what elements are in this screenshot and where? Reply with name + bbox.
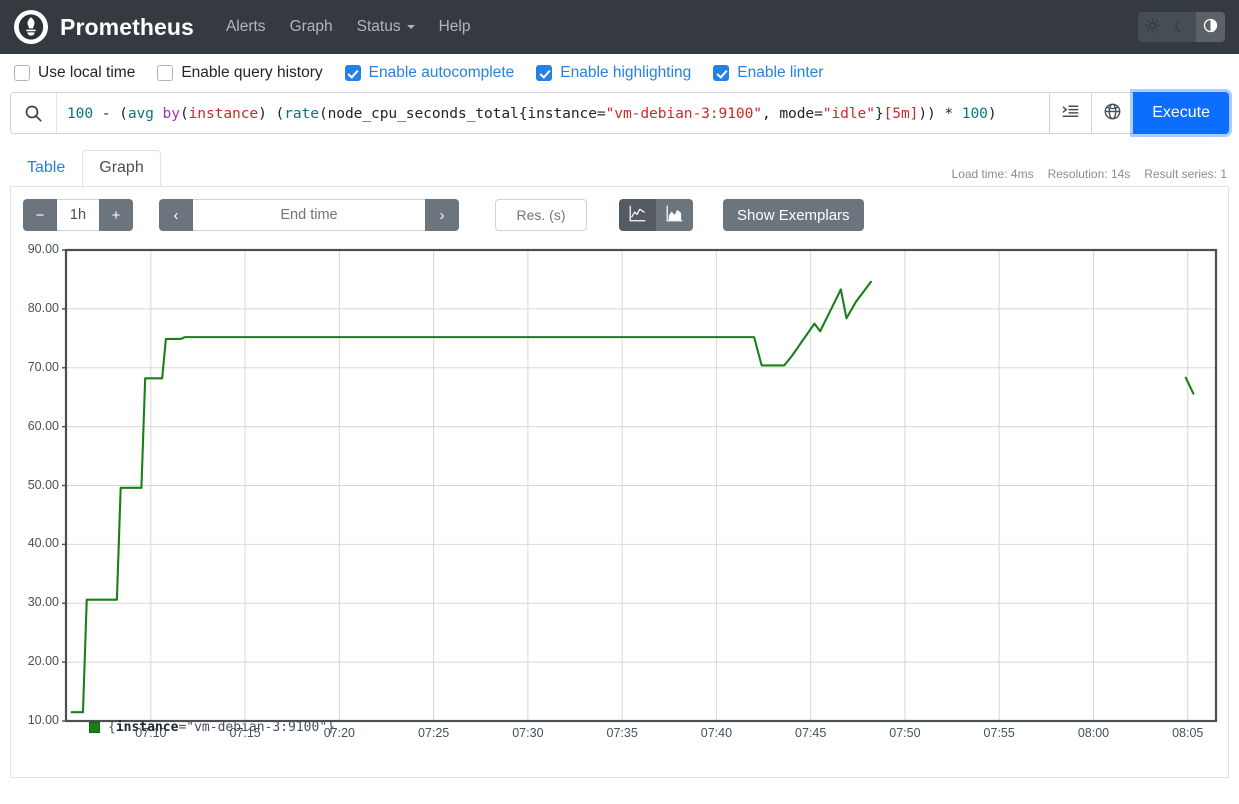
checkbox-enable-query-history[interactable]: Enable query history <box>157 64 323 82</box>
theme-dark-button[interactable] <box>1167 12 1196 42</box>
x-axis-tick-label: 07:30 <box>512 726 544 740</box>
nav-alerts-label: Alerts <box>225 18 266 35</box>
x-axis-tick-label: 07:40 <box>700 726 733 740</box>
tab-graph[interactable]: Graph <box>82 150 161 187</box>
checkbox-enable-autocomplete[interactable]: Enable autocomplete <box>344 64 515 82</box>
nav-alerts[interactable]: Alerts <box>214 12 278 42</box>
query-bar: 100 - (avg by(instance) (rate(node_cpu_s… <box>10 92 1229 134</box>
y-axis-tick-label: 70.00 <box>27 359 59 374</box>
checkbox-label-enable-autocomplete: Enable autocomplete <box>368 64 515 81</box>
sun-icon <box>1145 18 1160 36</box>
globe-button[interactable] <box>1091 92 1134 134</box>
checkbox-enable-linter[interactable]: Enable linter <box>713 64 823 82</box>
query-stats: Load time: 4ms Resolution: 14s Result se… <box>952 167 1227 181</box>
y-axis-tick-label: 60.00 <box>27 418 59 433</box>
y-axis-tick-label: 80.00 <box>27 300 59 315</box>
tab-table[interactable]: Table <box>10 150 82 187</box>
series-line-tail <box>1184 376 1195 395</box>
chevron-down-icon <box>406 25 415 29</box>
nav-graph[interactable]: Graph <box>278 12 345 42</box>
nav-status-label: Status <box>356 18 401 35</box>
time-series-chart[interactable] <box>11 241 1226 741</box>
stat-result-series: Result series: 1 <box>1144 167 1227 181</box>
x-axis-tick-label: 07:20 <box>323 726 355 740</box>
y-axis-tick-label: 40.00 <box>27 536 59 551</box>
settings-checkbox-row: Use local time Enable query history Enab… <box>0 54 1239 90</box>
range-input[interactable] <box>57 199 99 231</box>
contrast-icon <box>1203 18 1218 36</box>
end-time-picker: ‹ › <box>159 199 459 231</box>
nav-help-label: Help <box>438 18 471 35</box>
globe-icon <box>1103 102 1122 124</box>
graph-toolbar: − + ‹ › <box>11 187 1228 241</box>
metrics-explorer-button[interactable] <box>1049 92 1092 134</box>
stacked-chart-button[interactable] <box>656 199 693 231</box>
line-chart-button[interactable] <box>619 199 656 231</box>
metrics-explorer-icon <box>1061 102 1080 124</box>
range-stepper: − + <box>23 199 133 231</box>
stat-load-time: Load time: 4ms <box>951 167 1034 181</box>
query-input-group[interactable]: 100 - (avg by(instance) (rate(node_cpu_s… <box>10 92 1050 134</box>
range-increase-button[interactable]: + <box>99 199 133 231</box>
checkbox-label-enable-linter: Enable linter <box>737 64 824 81</box>
chart-legend[interactable]: {instance="vm-debian-3:9100"} <box>89 720 335 735</box>
legend-color-swatch <box>89 722 100 733</box>
nav-status[interactable]: Status <box>345 12 427 42</box>
nav-graph-label: Graph <box>289 18 333 35</box>
graph-panel: − + ‹ › <box>10 186 1229 778</box>
x-axis-tick-label: 07:45 <box>795 726 827 740</box>
x-axis-tick-label: 07:50 <box>889 726 921 740</box>
resolution-input[interactable] <box>495 199 587 231</box>
y-axis-tick-label: 20.00 <box>27 654 59 669</box>
x-axis-tick-label: 07:25 <box>417 726 450 740</box>
checkbox-label-enable-query-history: Enable query history <box>181 64 323 81</box>
checkbox-box-enable-autocomplete[interactable] <box>344 65 361 81</box>
nav-links: Alerts Graph Status Help <box>214 12 483 42</box>
nav-help[interactable]: Help <box>427 12 483 42</box>
x-axis-tick-label: 08:05 <box>1172 726 1204 740</box>
brand-title: Prometheus <box>60 13 194 40</box>
checkbox-use-local-time[interactable]: Use local time <box>14 64 135 82</box>
checkbox-box-enable-query-history[interactable] <box>157 65 174 81</box>
checkbox-enable-highlighting[interactable]: Enable highlighting <box>536 64 691 82</box>
theme-auto-button[interactable] <box>1196 12 1225 42</box>
y-axis-tick-label: 10.00 <box>27 713 59 727</box>
checkbox-box-use-local-time[interactable] <box>14 65 30 81</box>
y-axis-tick-label: 30.00 <box>27 595 59 610</box>
theme-light-button[interactable] <box>1138 12 1167 42</box>
show-exemplars-button[interactable]: Show Exemplars <box>723 199 864 231</box>
stat-resolution: Resolution: 14s <box>1047 167 1131 181</box>
range-decrease-button[interactable]: − <box>23 199 57 231</box>
checkbox-box-enable-linter[interactable] <box>713 65 730 81</box>
chart-type-toggle <box>619 199 693 231</box>
end-time-input[interactable] <box>193 199 425 231</box>
x-axis-tick-label: 07:10 <box>135 726 167 740</box>
checkbox-label-enable-highlighting: Enable highlighting <box>560 64 692 81</box>
prometheus-torch-icon <box>14 10 48 44</box>
series-line <box>70 280 873 714</box>
end-time-next-button[interactable]: › <box>425 199 459 231</box>
x-axis-tick-label: 07:35 <box>606 726 638 740</box>
graph-canvas[interactable]: {instance="vm-debian-3:9100"} 90.00 80.00… <box>11 241 1228 741</box>
stacked-area-chart-icon <box>666 205 683 226</box>
search-icon <box>11 93 57 133</box>
moon-icon <box>1174 19 1189 36</box>
query-input[interactable]: 100 - (avg by(instance) (rate(node_cpu_s… <box>57 93 1049 133</box>
top-navbar: Prometheus Alerts Graph Status Help <box>0 0 1239 54</box>
checkbox-box-enable-highlighting[interactable] <box>536 65 553 81</box>
y-axis-tick-label: 90.00 <box>27 242 59 256</box>
checkbox-label-use-local-time: Use local time <box>38 64 136 81</box>
line-chart-icon <box>629 205 646 226</box>
y-axis-tick-label: 50.00 <box>27 477 59 492</box>
x-axis-tick-label: 08:00 <box>1077 726 1110 740</box>
theme-switcher <box>1138 12 1225 42</box>
end-time-prev-button[interactable]: ‹ <box>159 199 193 231</box>
x-axis-tick-label: 07:15 <box>229 726 261 740</box>
execute-button[interactable]: Execute <box>1133 92 1229 134</box>
result-tabs: Table Graph Load time: 4ms Resolution: 1… <box>10 148 1229 187</box>
x-axis-tick-label: 07:55 <box>983 726 1015 740</box>
brand[interactable]: Prometheus <box>14 10 194 44</box>
